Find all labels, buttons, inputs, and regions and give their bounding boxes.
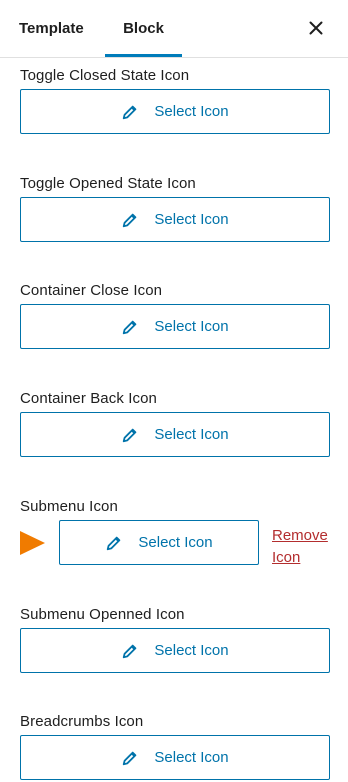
select-icon-button[interactable]: Select Icon: [20, 304, 330, 349]
select-icon-button[interactable]: Select Icon: [20, 89, 330, 134]
tab-block[interactable]: Block: [105, 0, 182, 57]
tab-template[interactable]: Template: [19, 0, 84, 57]
pencil-icon: [123, 320, 137, 334]
pencil-icon: [123, 644, 137, 658]
field-label: Submenu Openned Icon: [20, 606, 185, 623]
remove-icon-link[interactable]: Remove Icon: [272, 525, 342, 569]
field-toggle-opened-state-icon: Toggle Opened State Icon Select Icon: [20, 174, 330, 242]
select-icon-label: Select Icon: [154, 318, 229, 335]
pencil-icon: [123, 105, 137, 119]
field-label: Toggle Opened State Icon: [20, 175, 196, 192]
pencil-icon: [123, 428, 137, 442]
field-label: Breadcrumbs Icon: [20, 713, 144, 730]
field-label: Toggle Closed State Icon: [20, 67, 190, 84]
select-icon-button[interactable]: Select Icon: [20, 197, 330, 242]
field-label: Container Back Icon: [20, 390, 157, 407]
sidebar-tabs: Template Block: [0, 0, 348, 58]
field-label: Submenu Icon: [20, 498, 118, 515]
close-button[interactable]: [302, 14, 330, 42]
pencil-icon: [123, 213, 137, 227]
field-breadcrumbs-icon: Breadcrumbs Icon Select Icon: [20, 712, 330, 780]
field-submenu-openned-icon: Submenu Openned Icon Select Icon: [20, 605, 330, 673]
field-toggle-closed-state-icon: Toggle Closed State Icon Select Icon: [20, 66, 330, 134]
select-icon-button[interactable]: Select Icon: [20, 628, 330, 673]
field-label: Container Close Icon: [20, 282, 163, 299]
active-tab-indicator: [105, 54, 182, 57]
pencil-icon: [107, 536, 121, 550]
pencil-icon: [123, 751, 137, 765]
field-container-close-icon: Container Close Icon Select Icon: [20, 281, 330, 349]
arrow-marker-icon: [20, 531, 45, 555]
field-submenu-icon: Submenu Icon Select Icon Remove Icon: [20, 497, 330, 566]
close-icon: [309, 21, 323, 35]
select-icon-label: Select Icon: [154, 103, 229, 120]
select-icon-button[interactable]: Select Icon: [20, 412, 330, 457]
field-container-back-icon: Container Back Icon Select Icon: [20, 389, 330, 457]
select-icon-label: Select Icon: [154, 426, 229, 443]
select-icon-label: Select Icon: [154, 211, 229, 228]
select-icon-label: Select Icon: [138, 534, 213, 551]
select-icon-label: Select Icon: [154, 749, 229, 766]
select-icon-label: Select Icon: [154, 642, 229, 659]
select-icon-button[interactable]: Select Icon: [20, 735, 330, 780]
select-icon-button[interactable]: Select Icon: [59, 520, 259, 565]
